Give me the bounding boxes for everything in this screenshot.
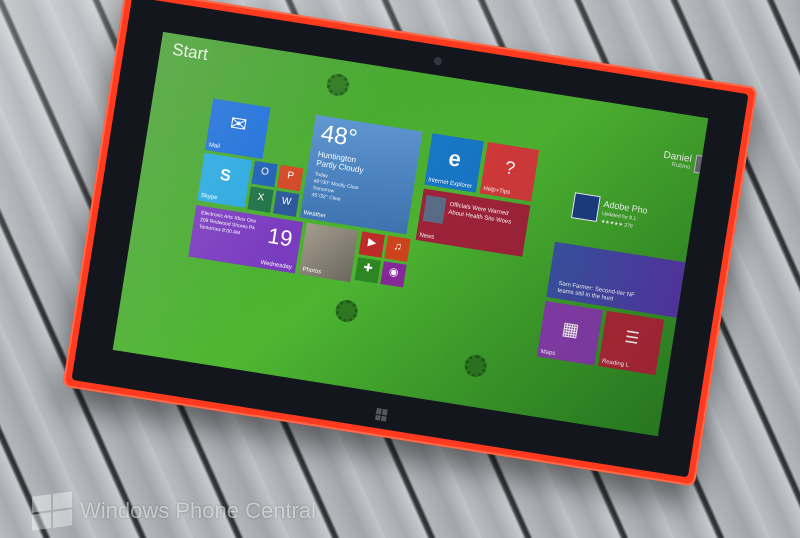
video-icon: ▶ bbox=[367, 235, 378, 249]
weather-temperature: 48° bbox=[319, 119, 360, 153]
start-title: Start bbox=[170, 39, 210, 65]
gamepad-icon: ✚ bbox=[362, 261, 374, 275]
tile-video[interactable]: ▶ bbox=[358, 231, 385, 258]
tile-internet-explorer[interactable]: e Internet Explorer bbox=[424, 133, 484, 193]
weather-location: Huntington Partly Cloudy bbox=[316, 150, 366, 175]
avatar bbox=[693, 154, 709, 176]
weather-forecast: Today 48°/30° Mostly Clear Tomorrow 45°/… bbox=[311, 171, 361, 206]
news-headline: Officials Were Warned About Health Site … bbox=[448, 201, 513, 227]
tile-music[interactable]: ♫ bbox=[384, 235, 411, 262]
windows-logo-icon bbox=[32, 491, 72, 531]
tile-weather[interactable]: 48° Huntington Partly Cloudy Today 48°/3… bbox=[299, 114, 423, 235]
tile-photos[interactable]: Photos bbox=[298, 222, 359, 283]
tile-label: News bbox=[418, 232, 435, 241]
gear-decoration bbox=[463, 353, 489, 379]
excel-icon: X bbox=[256, 191, 266, 204]
tile-excel[interactable]: X bbox=[247, 186, 274, 213]
news-thumbnail bbox=[422, 195, 447, 224]
gear-decoration bbox=[334, 298, 360, 324]
headphones-icon: ♫ bbox=[392, 239, 403, 253]
powerpoint-icon: P bbox=[286, 169, 295, 182]
word-icon: W bbox=[281, 195, 293, 208]
tile-help-tips[interactable]: ? Help+Tips bbox=[479, 142, 540, 202]
adobe-app-icon bbox=[570, 192, 601, 223]
tile-label: Maps bbox=[540, 348, 556, 358]
tile-label: Help+Tips bbox=[482, 185, 511, 197]
camera-icon: ◉ bbox=[388, 265, 400, 279]
tile-outlook[interactable]: O bbox=[251, 160, 278, 188]
user-account[interactable]: Daniel Rubino bbox=[662, 150, 709, 176]
tile-mail[interactable]: ✉ Mail bbox=[205, 98, 271, 159]
tile-skype[interactable]: S Skype bbox=[197, 152, 253, 208]
calendar-day: 19 bbox=[266, 222, 295, 252]
tile-label: Reading L bbox=[601, 358, 630, 369]
tile-games[interactable]: ✚ bbox=[354, 257, 381, 284]
watermark: Windows Phone Central bbox=[32, 491, 317, 531]
tile-label: Photos bbox=[302, 266, 322, 276]
skype-icon: S bbox=[218, 166, 232, 186]
sports-headline: Sam Farmer: Second-tier NF teams still i… bbox=[557, 281, 635, 307]
help-icon: ? bbox=[503, 156, 517, 179]
front-camera bbox=[433, 56, 443, 66]
map-icon: ▦ bbox=[560, 317, 581, 340]
outlook-icon: O bbox=[260, 165, 270, 178]
calendar-event: Electronic Arts Xbox One 209 Redwood Sho… bbox=[198, 210, 257, 239]
tile-label: Skype bbox=[200, 192, 218, 202]
tile-maps[interactable]: ▦ Maps bbox=[536, 301, 603, 366]
mail-icon: ✉ bbox=[228, 112, 249, 137]
reading-list-icon: ☰ bbox=[623, 328, 641, 348]
windows-button[interactable] bbox=[374, 407, 389, 422]
tile-reading-list[interactable]: ☰ Reading L bbox=[598, 310, 665, 376]
tile-label: Weather bbox=[302, 210, 327, 220]
tile-label: Internet Explorer bbox=[427, 177, 473, 191]
tile-label: Mail bbox=[208, 142, 221, 151]
gear-decoration bbox=[325, 72, 351, 98]
tile-camera[interactable]: ◉ bbox=[380, 261, 407, 288]
internet-explorer-icon: e bbox=[446, 145, 463, 172]
tile-powerpoint[interactable]: P bbox=[277, 164, 304, 192]
start-screen: Start Daniel Rubino ✉ Mail S Skype O P X… bbox=[112, 31, 709, 437]
tile-word[interactable]: W bbox=[273, 190, 300, 217]
watermark-text: Windows Phone Central bbox=[80, 498, 317, 523]
calendar-day-name: Wednesday bbox=[260, 259, 293, 271]
